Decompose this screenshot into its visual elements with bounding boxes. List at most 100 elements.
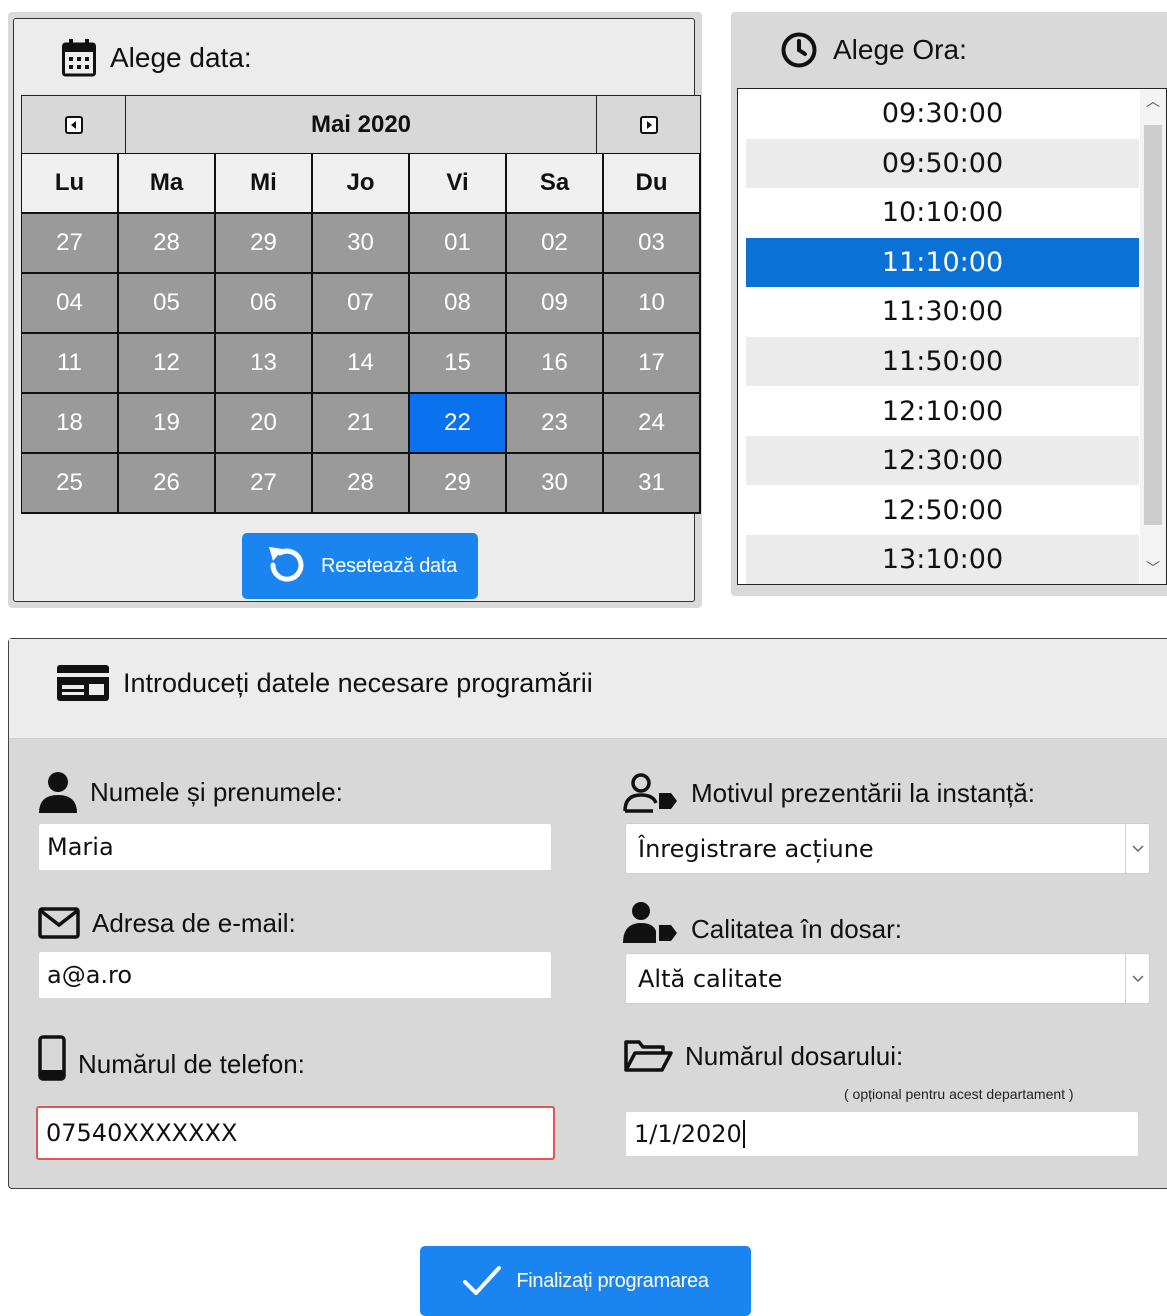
form-title-text: Introduceți datele necesare programării — [123, 667, 593, 698]
case-label-text: Numărul dosarului: — [685, 1040, 904, 1071]
reset-date-label: Resetează data — [321, 554, 457, 577]
calendar-day[interactable]: 11 — [22, 334, 119, 394]
calendar-day[interactable]: 29 — [216, 214, 313, 274]
phone-label-text: Numărul de telefon: — [78, 1048, 305, 1079]
submit-button[interactable]: Finalizați programarea — [420, 1246, 751, 1316]
calendar-day[interactable]: 30 — [313, 214, 410, 274]
calendar-day[interactable]: 07 — [313, 274, 410, 334]
user-icon — [39, 772, 77, 813]
clock-icon — [781, 32, 817, 68]
phone-label: Numărul de telefon: — [38, 1035, 305, 1081]
undo-icon — [269, 547, 304, 582]
weekday-header: Lu — [22, 154, 119, 214]
calendar-nav: Mai 2020 — [21, 95, 701, 155]
calendar-day[interactable]: 06 — [216, 274, 313, 334]
calendar-day[interactable]: 04 — [22, 274, 119, 334]
calendar-day[interactable]: 23 — [507, 394, 604, 454]
envelope-icon — [38, 907, 80, 939]
calendar-day[interactable]: 29 — [410, 454, 507, 514]
calendar-day[interactable]: 19 — [119, 394, 216, 454]
email-label-text: Adresa de e-mail: — [92, 907, 296, 938]
calendar-day[interactable]: 31 — [604, 454, 701, 514]
checkmark-icon — [463, 1266, 502, 1295]
calendar-day[interactable]: 08 — [410, 274, 507, 334]
name-label: Numele și prenumele: — [38, 771, 343, 813]
form-panel: Introduceți datele necesare programării … — [8, 638, 1167, 1189]
calendar-day[interactable]: 14 — [313, 334, 410, 394]
reason-select-value: Înregistrare acțiune — [638, 834, 874, 863]
email-input[interactable]: a@a.ro — [38, 951, 552, 999]
reason-select[interactable]: Înregistrare acțiune — [625, 823, 1150, 874]
calendar-day[interactable]: 02 — [507, 214, 604, 274]
prev-month-button[interactable] — [22, 96, 126, 154]
calendar-day-selected[interactable]: 22 — [410, 394, 507, 454]
case-label: Numărul dosarului: — [623, 1039, 903, 1073]
time-option[interactable]: 12:10:00 — [746, 387, 1139, 436]
name-input[interactable]: Maria — [38, 823, 552, 871]
calendar-day[interactable]: 20 — [216, 394, 313, 454]
time-option[interactable]: 10:10:00 — [746, 188, 1139, 237]
calendar-day[interactable]: 13 — [216, 334, 313, 394]
weekday-header: Du — [604, 154, 701, 214]
time-option[interactable]: 11:30:00 — [746, 287, 1139, 336]
time-option[interactable]: 09:30:00 — [746, 89, 1139, 138]
calendar-day[interactable]: 09 — [507, 274, 604, 334]
reset-date-button[interactable]: Resetează data — [242, 533, 478, 599]
weekday-header: Mi — [216, 154, 313, 214]
calendar-day[interactable]: 16 — [507, 334, 604, 394]
time-option[interactable]: 13:10:00 — [746, 535, 1139, 584]
time-list-scrollbar[interactable]: ︿ ﹀ — [1140, 89, 1166, 584]
next-month-button[interactable] — [596, 96, 700, 154]
text-cursor — [742, 1120, 745, 1148]
case-number-input[interactable]: 1/1/2020 — [625, 1111, 1139, 1157]
case-hint: ( opțional pentru acest departament ) — [844, 1086, 1074, 1102]
calendar-day[interactable]: 05 — [119, 274, 216, 334]
calendar-day[interactable]: 03 — [604, 214, 701, 274]
calendar-day[interactable]: 12 — [119, 334, 216, 394]
calendar-day[interactable]: 30 — [507, 454, 604, 514]
calendar-day[interactable]: 27 — [22, 214, 119, 274]
quality-select[interactable]: Altă calitate — [625, 953, 1150, 1004]
form-title: Introduceți datele necesare programării — [57, 665, 593, 701]
weekday-header: Jo — [313, 154, 410, 214]
calendar-day[interactable]: 25 — [22, 454, 119, 514]
time-option-selected[interactable]: 11:10:00 — [746, 237, 1139, 287]
time-list[interactable]: 09:30:00 09:50:00 10:10:00 11:10:00 11:30:00… — [737, 88, 1167, 585]
calendar-day[interactable]: 28 — [119, 214, 216, 274]
time-title-text: Alege Ora: — [833, 34, 967, 65]
calendar-day[interactable]: 01 — [410, 214, 507, 274]
calendar-day[interactable]: 24 — [604, 394, 701, 454]
time-panel: Alege Ora: 09:30:00 09:50:00 10:10:00 11:10… — [731, 12, 1167, 596]
date-panel-inner: Alege data: Mai 2020 Lu Ma Mi Jo Vi Sa D… — [13, 18, 701, 602]
calendar-day[interactable]: 28 — [313, 454, 410, 514]
scroll-up-icon[interactable]: ︿ — [1140, 91, 1166, 115]
scroll-down-icon[interactable]: ﹀ — [1140, 558, 1166, 582]
time-option[interactable]: 12:50:00 — [746, 486, 1139, 535]
calendar-day[interactable]: 27 — [216, 454, 313, 514]
folder-open-icon — [624, 1040, 673, 1072]
calendar-day[interactable]: 21 — [313, 394, 410, 454]
time-option[interactable]: 12:30:00 — [746, 436, 1139, 486]
date-panel: Alege data: Mai 2020 Lu Ma Mi Jo Vi Sa D… — [8, 12, 702, 608]
calendar-icon — [62, 39, 96, 77]
calendar-day[interactable]: 15 — [410, 334, 507, 394]
date-title-text: Alege data: — [110, 42, 252, 73]
calendar-day[interactable]: 17 — [604, 334, 701, 394]
time-option[interactable]: 09:50:00 — [746, 138, 1139, 188]
submit-label: Finalizați programarea — [516, 1269, 709, 1292]
date-panel-title: Alege data: — [62, 39, 252, 77]
weekday-header: Sa — [507, 154, 604, 214]
weekday-header: Ma — [119, 154, 216, 214]
time-option[interactable]: 11:50:00 — [746, 337, 1139, 386]
month-label: Mai 2020 — [310, 111, 412, 138]
calendar-day[interactable]: 18 — [22, 394, 119, 454]
reason-label-text: Motivul prezentării la instanță: — [691, 777, 1035, 808]
chevron-down-icon — [1125, 824, 1149, 873]
phone-input[interactable]: 07540XXXXXXX — [36, 1106, 555, 1160]
calendar-day[interactable]: 26 — [119, 454, 216, 514]
chevron-down-icon — [1125, 954, 1149, 1003]
caret-left-icon — [64, 116, 83, 134]
scrollbar-thumb[interactable] — [1144, 125, 1162, 525]
reason-label: Motivul prezentării la instanță: — [623, 773, 1035, 813]
calendar-day[interactable]: 10 — [604, 274, 701, 334]
